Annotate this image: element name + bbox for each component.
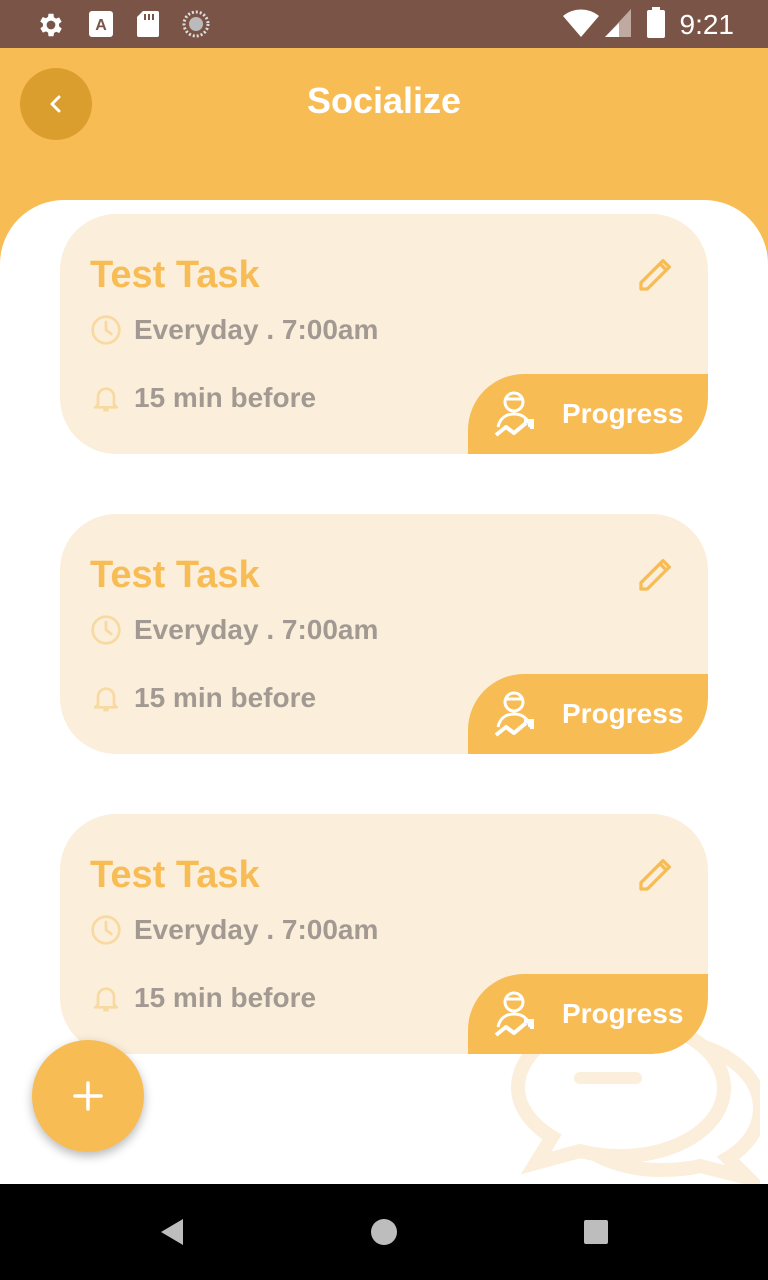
- schedule-text: Everyday . 7:00am: [134, 614, 379, 645]
- clock-icon: [91, 615, 121, 645]
- schedule-row: Everyday . 7:00am: [90, 314, 378, 346]
- settings-icon: [36, 10, 66, 45]
- reminder-text: 15 min before: [134, 382, 317, 413]
- task-title: Test Task: [90, 554, 260, 596]
- bell-icon: [94, 987, 118, 1012]
- clock-icon: [91, 915, 121, 945]
- pencil-icon: [639, 859, 671, 891]
- nav-recents-button[interactable]: [568, 1204, 624, 1260]
- sd-card-icon: [136, 10, 160, 43]
- signal-icon: [604, 8, 632, 43]
- edit-button[interactable]: [636, 554, 676, 599]
- pencil-icon: [639, 259, 671, 291]
- back-triangle-icon: [161, 1219, 183, 1245]
- progress-label: Progress: [562, 398, 684, 429]
- edit-button[interactable]: [636, 254, 676, 299]
- bell-icon: [94, 687, 118, 712]
- task-title: Test Task: [90, 254, 260, 296]
- nav-home-button[interactable]: [356, 1204, 412, 1260]
- progress-button[interactable]: Progress: [468, 674, 708, 754]
- progress-label: Progress: [562, 998, 684, 1029]
- person-growth-icon: [494, 691, 534, 737]
- status-time: 9:21: [679, 9, 735, 40]
- status-bar: A 9:21: [0, 0, 768, 48]
- person-growth-icon: [494, 991, 534, 1037]
- reminder-row: 15 min before: [90, 982, 316, 1014]
- a-icon: A: [88, 10, 114, 43]
- progress-button[interactable]: Progress: [468, 374, 708, 454]
- wifi-icon: [562, 8, 600, 43]
- person-growth-icon: [494, 391, 534, 437]
- reminder-row: 15 min before: [90, 382, 316, 414]
- sync-icon: [182, 10, 210, 43]
- progress-label: Progress: [562, 698, 684, 729]
- schedule-text: Everyday . 7:00am: [134, 914, 379, 945]
- page-title: Socialize: [306, 80, 462, 121]
- task-card[interactable]: Test Task Everyday . 7:00am 15 min befor…: [60, 214, 708, 454]
- reminder-text: 15 min before: [134, 982, 317, 1013]
- progress-button[interactable]: Progress: [468, 974, 708, 1054]
- task-card[interactable]: Test Task Everyday . 7:00am 15 min befor…: [60, 814, 708, 1054]
- nav-back-button[interactable]: [144, 1204, 200, 1260]
- pencil-icon: [639, 559, 671, 591]
- navigation-bar: [0, 1184, 768, 1280]
- plus-icon: [73, 1081, 103, 1111]
- task-title: Test Task: [90, 854, 260, 896]
- schedule-row: Everyday . 7:00am: [90, 614, 378, 646]
- task-card[interactable]: Test Task Everyday . 7:00am 15 min befor…: [60, 514, 708, 754]
- battery-icon: [646, 7, 666, 44]
- svg-text:A: A: [95, 17, 107, 34]
- schedule-row: Everyday . 7:00am: [90, 914, 378, 946]
- clock-icon: [91, 315, 121, 345]
- reminder-row: 15 min before: [90, 682, 316, 714]
- recents-square-icon: [584, 1220, 608, 1244]
- reminder-text: 15 min before: [134, 682, 317, 713]
- edit-button[interactable]: [636, 854, 676, 899]
- bell-icon: [94, 387, 118, 412]
- add-task-button[interactable]: [32, 1040, 144, 1152]
- home-circle-icon: [371, 1219, 397, 1245]
- schedule-text: Everyday . 7:00am: [134, 314, 379, 345]
- content-area: Test Task Everyday . 7:00am 15 min befor…: [0, 200, 768, 1184]
